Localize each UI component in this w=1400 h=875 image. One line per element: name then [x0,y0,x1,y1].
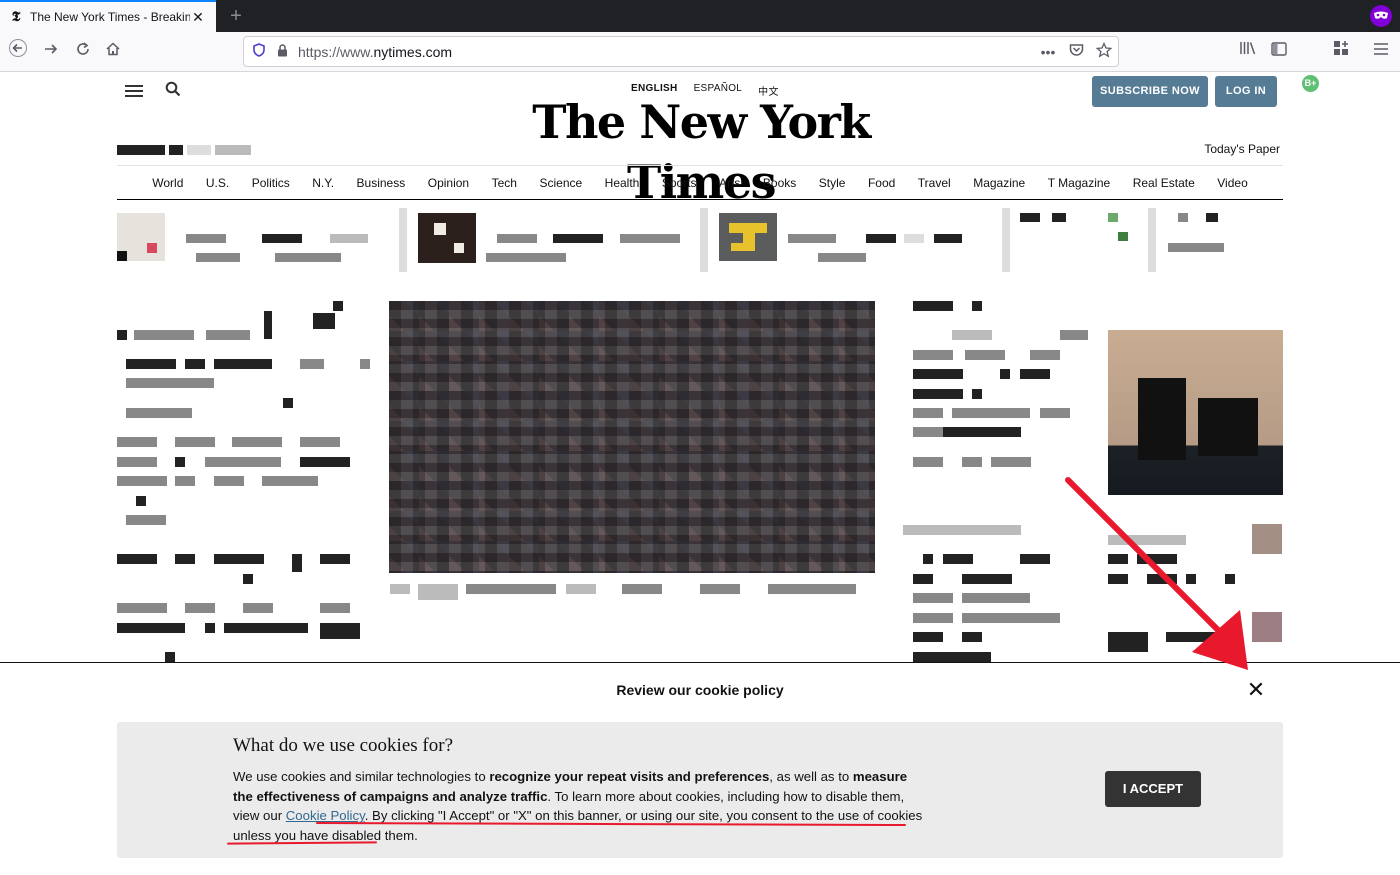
todays-paper-link[interactable]: Today's Paper [1204,142,1280,156]
subscribe-button[interactable]: SUBSCRIBE NOW [1092,76,1208,107]
bookmark-star-icon[interactable] [1090,41,1118,61]
navigation-toolbar: https://www.nytimes.com ••• B+ [0,32,1400,92]
pocket-icon[interactable] [1062,43,1090,60]
section-link-sports[interactable]: Sports [662,176,697,190]
briefing-thumbnail[interactable] [719,213,777,261]
section-nav: World U.S. Politics N.Y. Business Opinio… [117,176,1283,190]
cookie-text-bold: recognize your repeat visits and prefere… [489,769,770,784]
section-link-books[interactable]: Books [763,176,796,190]
active-tab[interactable]: 𝕿 The New York Times - Breaking ✕ [0,0,216,32]
page-actions-more-icon[interactable]: ••• [1034,44,1062,60]
section-link-politics[interactable]: Politics [252,176,290,190]
briefing-thumbnail[interactable] [117,213,165,261]
section-link-health[interactable]: Health [605,176,640,190]
annotation-arrow-icon [1065,477,1248,670]
section-link-arts[interactable]: Arts [719,176,740,190]
date-line-pixelated [117,145,257,156]
masthead: ENGLISH ESPAÑOL 中文 SUBSCRIBE NOW LOG IN … [117,72,1283,209]
tab-close-icon[interactable]: ✕ [190,9,206,25]
cookie-text-part: We use cookies and similar technologies … [233,769,490,784]
tracking-protection-shield-icon[interactable] [246,43,272,60]
cookie-heading: What do we use cookies for? [233,735,454,756]
search-icon[interactable] [165,81,181,102]
url-domain: nytimes.com [373,43,453,60]
accept-cookies-button[interactable]: I ACCEPT [1105,771,1201,807]
section-link-science[interactable]: Science [539,176,582,190]
section-menu-icon[interactable] [125,82,143,98]
section-link-us[interactable]: U.S. [206,176,229,190]
home-button[interactable] [99,38,127,66]
tab-title: The New York Times - Breaking [30,10,190,24]
section-link-ny[interactable]: N.Y. [312,176,334,190]
url-prefix: https://www. [298,43,374,60]
section-link-tech[interactable]: Tech [492,176,517,190]
back-button[interactable] [4,38,32,66]
section-link-food[interactable]: Food [868,176,895,190]
nyt-logo[interactable]: The New York Times [487,92,915,209]
cookie-text-part: , as well as to [769,769,853,784]
section-link-magazine[interactable]: Magazine [973,176,1025,190]
briefing-thumbnail[interactable] [418,213,476,263]
nyt-favicon-icon: 𝕿 [11,9,21,25]
cookie-policy-banner: Review our cookie policy ✕ What do we us… [0,662,1400,875]
section-link-t-magazine[interactable]: T Magazine [1048,176,1110,190]
cookie-body-text: We use cookies and similar technologies … [233,767,923,845]
sidebar-toggle-icon[interactable] [1265,38,1293,66]
section-link-world[interactable]: World [152,176,183,190]
section-link-video[interactable]: Video [1217,176,1247,190]
divider [117,165,1283,166]
library-icon[interactable] [1234,38,1262,66]
divider [117,199,1283,200]
new-tab-button[interactable]: + [224,4,248,28]
section-link-style[interactable]: Style [819,176,846,190]
section-link-real-estate[interactable]: Real Estate [1133,176,1195,190]
app-menu-icon[interactable] [1367,38,1395,66]
tab-bar: 𝕿 The New York Times - Breaking ✕ + [0,0,1400,32]
reload-button[interactable] [69,38,97,66]
url-text[interactable]: https://www.nytimes.com [298,44,1034,60]
address-bar[interactable]: https://www.nytimes.com ••• [243,36,1119,67]
cookie-info-box: What do we use cookies for? We use cooki… [117,722,1283,858]
section-link-business[interactable]: Business [357,176,406,190]
lead-story-image[interactable] [389,301,875,573]
lock-icon[interactable] [272,43,292,60]
private-browsing-icon [1370,5,1392,27]
section-link-travel[interactable]: Travel [918,176,951,190]
section-link-opinion[interactable]: Opinion [428,176,469,190]
extensions-grid-icon[interactable] [1327,38,1355,66]
login-button[interactable]: LOG IN [1215,76,1277,107]
cookie-policy-link[interactable]: Cookie Policy [286,808,365,823]
forward-button[interactable] [37,38,65,66]
